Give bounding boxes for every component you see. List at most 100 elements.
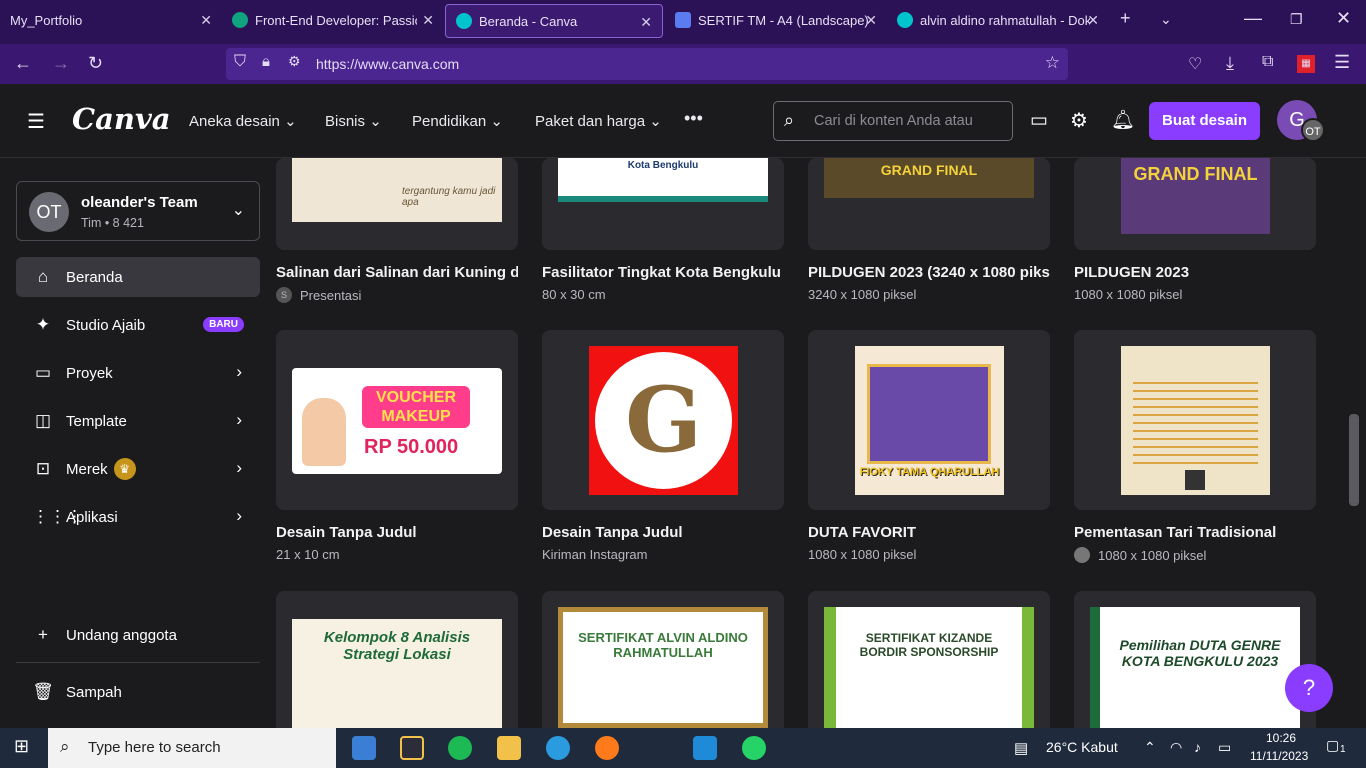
design-thumbnail[interactable]: SERTIFIKAT KIZANDE BORDIR SPONSORSHIP: [808, 591, 1050, 728]
design-title[interactable]: Desain Tanpa Judul: [542, 524, 784, 541]
back-icon[interactable]: ←: [14, 53, 32, 74]
mail-icon[interactable]: [352, 736, 376, 760]
design-thumbnail[interactable]: G: [542, 330, 784, 510]
chevron-up-icon[interactable]: ⌃: [1144, 739, 1156, 756]
close-icon[interactable]: ✕: [865, 12, 877, 29]
settings-gear-icon[interactable]: ⚙: [1070, 108, 1088, 133]
owner-avatar: S: [276, 287, 292, 303]
sidebar-item-merek[interactable]: ⊡ Merek ♛ ›: [16, 449, 260, 489]
design-title[interactable]: PILDUGEN 2023: [1074, 264, 1316, 281]
thumb-duta-favorit: FIOKY TAMA QHARULLAH: [855, 346, 1004, 495]
close-icon[interactable]: ✕: [640, 14, 652, 31]
voucher-value: RP 50.000: [364, 436, 459, 458]
design-thumbnail[interactable]: FIOKY TAMA QHARULLAH: [808, 330, 1050, 510]
desktop-app-icon[interactable]: ▭: [1030, 109, 1048, 132]
hamburger-menu-icon[interactable]: ☰: [27, 109, 45, 134]
whatsapp-icon[interactable]: [742, 736, 766, 760]
taskbar-search[interactable]: ⌕ Type here to search: [48, 728, 336, 768]
notification-bell-icon[interactable]: 🔔︎: [1111, 108, 1135, 132]
restore-icon[interactable]: ❐: [1290, 11, 1303, 28]
tab-alvin[interactable]: alvin aldino rahmatullah - Doku ✕: [887, 0, 1109, 40]
menu-aneka-desain[interactable]: Aneka desain ⌄: [189, 112, 297, 130]
create-design-button[interactable]: Buat desain: [1149, 102, 1260, 140]
permissions-icon[interactable]: ⚙︎: [288, 53, 301, 70]
sidebar-item-aplikasi[interactable]: ⋮⋮⋮ Aplikasi ›: [16, 497, 260, 537]
invite-members-button[interactable]: + Undang anggota: [16, 615, 260, 655]
battery-icon[interactable]: ▭: [1218, 739, 1231, 756]
store-icon[interactable]: [400, 736, 424, 760]
tab-sertif[interactable]: SERTIF TM - A4 (Landscape) ✕: [665, 0, 887, 40]
minimize-icon[interactable]: —: [1244, 8, 1262, 29]
reload-icon[interactable]: ↻: [88, 53, 103, 74]
weather-text[interactable]: 26°C Kabut: [1046, 739, 1118, 755]
design-title[interactable]: Salinan dari Salinan dari Kuning d...: [276, 264, 518, 281]
shield-icon[interactable]: ⛉: [234, 53, 246, 71]
help-button[interactable]: ?: [1285, 664, 1333, 712]
team-switcher[interactable]: OT oleander's Team Tim • 8 421 ⌄: [16, 181, 260, 241]
sidebar-item-label: Merek: [66, 460, 108, 478]
edge-icon[interactable]: [546, 736, 570, 760]
design-thumbnail[interactable]: Kelompok 8 Analisis Strategi Lokasi: [276, 591, 518, 728]
new-tab-icon[interactable]: +: [1120, 8, 1131, 29]
sidebar-item-template[interactable]: ◫ Template ›: [16, 401, 260, 441]
design-thumbnail[interactable]: SERTIFIKAT ALVIN ALDINO RAHMATULLAH: [542, 591, 784, 728]
extensions-icon[interactable]: ⧉: [1262, 53, 1273, 71]
windows-start-icon[interactable]: ⊞: [14, 736, 29, 757]
firefox-icon[interactable]: [595, 736, 619, 760]
tab-frontend[interactable]: Front-End Developer: Passion & ✕: [222, 0, 444, 40]
download-icon[interactable]: ⤓: [1226, 53, 1234, 74]
sidebar-item-label: Template: [66, 412, 127, 430]
volume-icon[interactable]: ♪: [1194, 739, 1201, 755]
sidebar-item-trash[interactable]: 🗑︎ Sampah: [16, 672, 260, 712]
clock-date[interactable]: 11/11/2023: [1250, 749, 1308, 763]
design-title[interactable]: Fasilitator Tingkat Kota Bengkulu (...: [542, 264, 784, 281]
design-thumbnail[interactable]: GRAND FINAL: [1074, 158, 1316, 250]
design-title[interactable]: PILDUGEN 2023 (3240 x 1080 piks...: [808, 264, 1050, 281]
design-title[interactable]: DUTA FAVORIT: [808, 524, 1050, 541]
design-thumbnail[interactable]: [1074, 330, 1316, 510]
sidebar-item-proyek[interactable]: ▭ Proyek ›: [16, 353, 260, 393]
menu-paket-harga[interactable]: Paket dan harga ⌄: [535, 112, 662, 130]
design-thumbnail[interactable]: Kota Bengkulu: [542, 158, 784, 250]
design-title[interactable]: Pementasan Tari Tradisional: [1074, 524, 1316, 541]
close-icon[interactable]: ✕: [422, 12, 434, 29]
more-icon[interactable]: •••: [684, 108, 703, 129]
design-thumbnail[interactable]: Pemilihan DUTA GENRE KOTA BENGKULU 2023: [1074, 591, 1316, 728]
addon-icon[interactable]: ▦: [1297, 55, 1315, 73]
browser-toolbar: ← → ↻ ⛉ 🔒︎ ⚙︎ https://www.canva.com ☆ ♡ …: [0, 44, 1366, 84]
menu-pendidikan[interactable]: Pendidikan ⌄: [412, 112, 503, 130]
hamburger-menu-icon[interactable]: ☰: [1334, 52, 1350, 73]
close-icon[interactable]: ✕: [200, 12, 212, 29]
apps-grid-icon: ⋮⋮⋮: [32, 507, 83, 526]
sidebar-item-beranda[interactable]: ⌂ Beranda: [16, 257, 260, 297]
design-meta: 21 x 10 cm: [276, 547, 340, 562]
notification-icon[interactable]: ▢: [1326, 737, 1339, 754]
chatgpt-icon: [232, 12, 248, 28]
canva-logo[interactable]: Canva: [72, 102, 171, 136]
tab-portfolio[interactable]: My_Portfolio ✕: [0, 0, 222, 40]
address-bar[interactable]: ⛉ 🔒︎ ⚙︎ https://www.canva.com ☆: [226, 48, 1068, 80]
tab-list-icon[interactable]: ⌄: [1160, 11, 1172, 28]
window-close-icon[interactable]: ✕: [1336, 8, 1351, 29]
design-thumbnail[interactable]: tergantung kamu jadi apa: [276, 158, 518, 250]
forward-icon[interactable]: →: [52, 53, 70, 74]
scrollbar-thumb[interactable]: [1349, 414, 1359, 506]
folder-icon: ▭: [34, 363, 52, 382]
design-thumbnail[interactable]: GRAND FINAL: [808, 158, 1050, 250]
weather-icon[interactable]: ▤: [1014, 739, 1028, 757]
clock-time[interactable]: 10:26: [1266, 731, 1296, 745]
bookmark-star-icon[interactable]: ☆: [1045, 53, 1060, 73]
design-thumbnail[interactable]: VOUCHER MAKEUP RP 50.000: [276, 330, 518, 510]
thumb-kelompok: Kelompok 8 Analisis Strategi Lokasi: [292, 619, 502, 728]
spotify-icon[interactable]: [448, 736, 472, 760]
design-title[interactable]: Desain Tanpa Judul: [276, 524, 518, 541]
menu-bisnis[interactable]: Bisnis ⌄: [325, 112, 382, 130]
file-explorer-icon[interactable]: [497, 736, 521, 760]
tab-canva-active[interactable]: Beranda - Canva ✕: [445, 4, 663, 38]
vscode-icon[interactable]: [693, 736, 717, 760]
wifi-icon[interactable]: ◠: [1170, 739, 1182, 756]
pocket-icon[interactable]: ♡: [1188, 54, 1202, 74]
sidebar-item-studio-ajaib[interactable]: ✦ Studio Ajaib BARU: [16, 305, 260, 345]
search-input[interactable]: ⌕ Cari di konten Anda atau: [773, 101, 1013, 141]
close-icon[interactable]: ✕: [1087, 12, 1099, 29]
